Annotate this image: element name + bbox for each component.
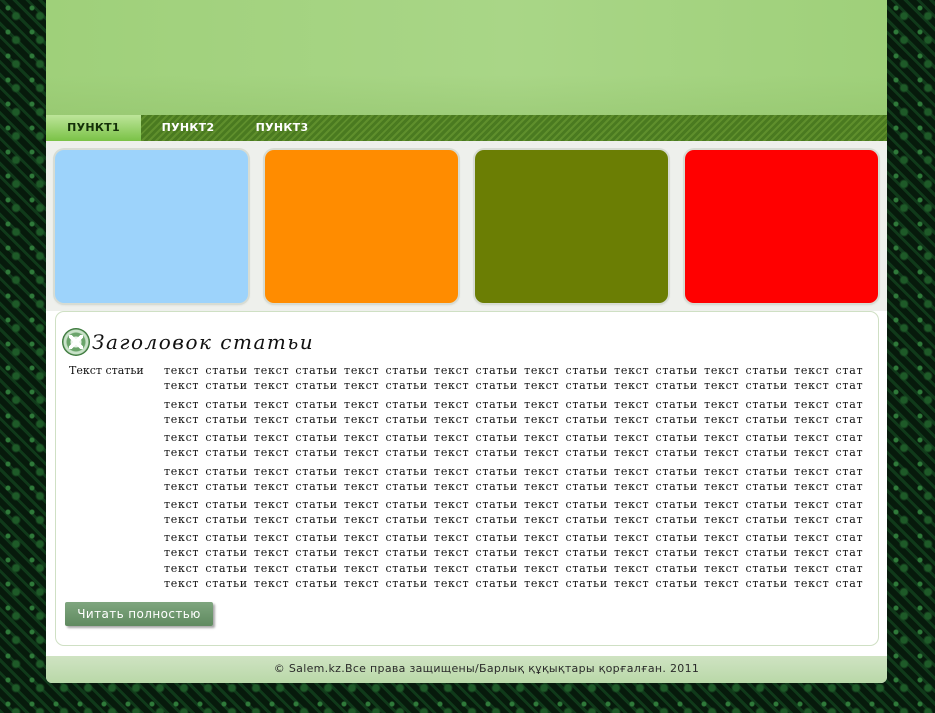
- article-line: текст статьи текст статьи текст статьи т…: [164, 480, 864, 493]
- article-line: текст статьи текст статьи текст статьи т…: [164, 398, 864, 411]
- tile-light-blue[interactable]: [55, 150, 248, 303]
- read-more-button[interactable]: Читать полностью: [65, 602, 213, 626]
- header-banner: [46, 0, 887, 115]
- article-line: текст статьи текст статьи текст статьи т…: [164, 531, 864, 544]
- article-line: текст статьи текст статьи текст статьи т…: [164, 562, 864, 575]
- article-title: Заголовок статьи: [92, 330, 315, 354]
- article-line: текст статьи текст статьи текст статьи т…: [164, 364, 864, 377]
- article-line: текст статьи текст статьи текст статьи т…: [164, 465, 864, 478]
- article-lead: Текст статьи: [69, 364, 144, 377]
- feature-tiles: [46, 141, 887, 311]
- article-line: текст статьи текст статьи текст статьи т…: [164, 577, 864, 590]
- article-line: текст статьи текст статьи текст статьи т…: [164, 498, 864, 511]
- article-line: текст статьи текст статьи текст статьи т…: [164, 546, 864, 559]
- nav-item-punkt2[interactable]: ПУНКТ2: [141, 115, 235, 141]
- footer: © Salem.kz.Все права защищены/Барлық құқ…: [46, 656, 887, 683]
- tile-olive[interactable]: [475, 150, 668, 303]
- copyright-text: © Salem.kz.Все права защищены/Барлық құқ…: [273, 662, 700, 675]
- article-line: текст статьи текст статьи текст статьи т…: [164, 379, 864, 392]
- clover-emblem-icon: [62, 328, 90, 356]
- tile-red[interactable]: [685, 150, 878, 303]
- article-block: Заголовок статьи Текст статьи текст стат…: [55, 311, 879, 646]
- article-line: текст статьи текст статьи текст статьи т…: [164, 513, 864, 526]
- article-line: текст статьи текст статьи текст статьи т…: [164, 446, 864, 459]
- tile-orange[interactable]: [265, 150, 458, 303]
- main-nav: ПУНКТ1 ПУНКТ2 ПУНКТ3: [46, 115, 887, 142]
- page-container: ПУНКТ1 ПУНКТ2 ПУНКТ3 Заголовок статьи Те…: [46, 0, 887, 683]
- article-body: Текст статьи текст статьи текст статьи т…: [69, 364, 874, 594]
- article-line: текст статьи текст статьи текст статьи т…: [164, 413, 864, 426]
- nav-item-punkt3[interactable]: ПУНКТ3: [235, 115, 329, 141]
- nav-item-punkt1[interactable]: ПУНКТ1: [46, 115, 141, 141]
- article-line: текст статьи текст статьи текст статьи т…: [164, 431, 864, 444]
